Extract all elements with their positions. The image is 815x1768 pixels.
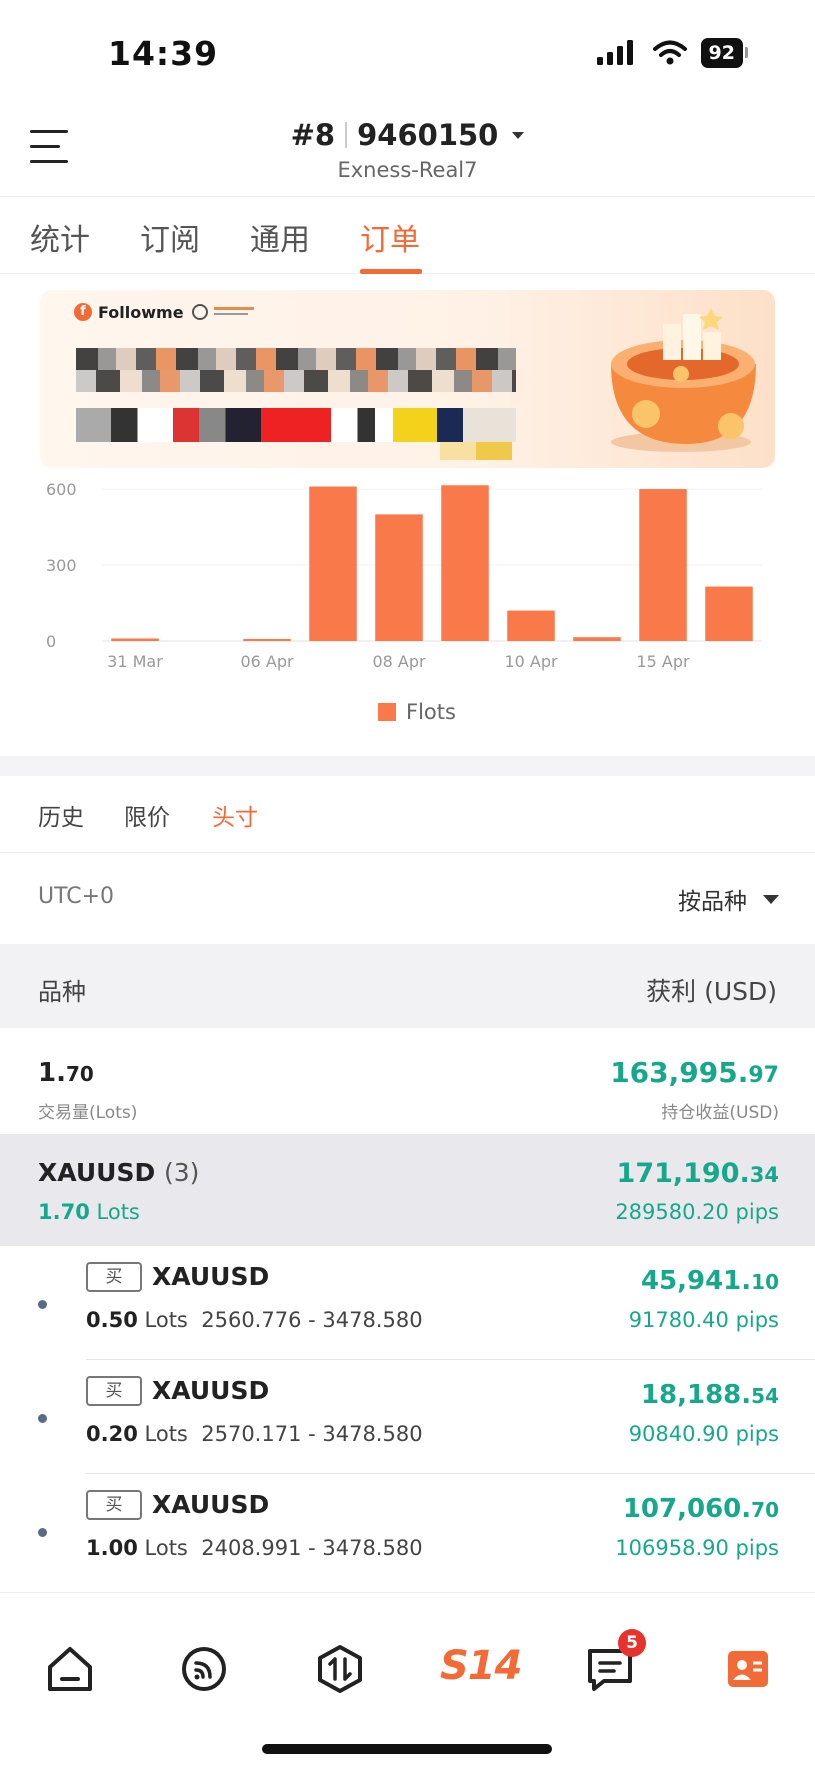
- bar: [243, 638, 291, 641]
- account-selector[interactable]: #8 9460150 Exness-Real7: [0, 118, 815, 182]
- bar: [309, 486, 357, 641]
- legend-swatch: [378, 703, 396, 721]
- timezone-label: UTC+0: [38, 884, 115, 909]
- total-profit-label: 持仓收益(USD): [661, 1103, 779, 1123]
- position-pips: 91780.40 pips: [628, 1308, 779, 1332]
- filter-row: UTC+0 按品种: [0, 854, 815, 944]
- section-divider: [0, 756, 815, 776]
- position-row[interactable]: 买 XAUUSD 0.20 Lots 2570.171 - 3478.580 1…: [0, 1360, 815, 1474]
- position-profit: 45,941.10: [640, 1266, 779, 1296]
- legend-label: Flots: [406, 700, 456, 724]
- app-header: #8 9460150 Exness-Real7: [0, 100, 815, 196]
- chevron-down-icon: [512, 131, 525, 139]
- group-lots: 1.70 Lots: [38, 1200, 140, 1224]
- trophy-illustration: [611, 308, 756, 452]
- position-detail: 0.50 Lots 2560.776 - 3478.580: [86, 1308, 423, 1332]
- position-detail: 0.20 Lots 2570.171 - 3478.580: [86, 1422, 423, 1446]
- y-tick-label: 300: [46, 556, 77, 575]
- promo-banner[interactable]: f Followme: [40, 290, 775, 468]
- bar: [111, 638, 159, 641]
- chevron-down-icon: [763, 894, 779, 904]
- total-profit: 163,995.97: [610, 1056, 779, 1089]
- status-bar: 14:39 92: [0, 0, 815, 100]
- group-symbol: XAUUSD (3): [38, 1158, 200, 1187]
- bullet-icon: [38, 1300, 47, 1309]
- home-indicator: [262, 1744, 552, 1754]
- bar: [705, 586, 753, 641]
- chart-legend: Flots: [378, 700, 456, 724]
- home-icon[interactable]: [40, 1639, 100, 1699]
- followme-logo: f Followme: [74, 302, 260, 322]
- position-row[interactable]: 买 XAUUSD 1.00 Lots 2408.991 - 3478.580 1…: [0, 1474, 815, 1588]
- total-lots-label: 交易量(Lots): [38, 1103, 138, 1123]
- table-header: 品种 获利 (USD): [0, 944, 815, 1028]
- subtab-history[interactable]: 历史: [38, 798, 84, 832]
- account-divider: [345, 122, 348, 148]
- symbol-group-row[interactable]: XAUUSD (3) 1.70 Lots 171,190.34 289580.2…: [0, 1134, 815, 1246]
- wifi-icon: [652, 40, 687, 65]
- bar: [507, 610, 555, 641]
- total-lots: 1.70: [38, 1058, 94, 1088]
- subtab-limit[interactable]: 限价: [124, 798, 170, 832]
- bar: [639, 489, 687, 641]
- subtab-positions[interactable]: 头寸: [212, 798, 258, 832]
- account-number: 9460150: [357, 118, 499, 152]
- notification-badge: 5: [618, 1629, 646, 1657]
- bar: [375, 514, 423, 641]
- y-tick-label: 0: [46, 632, 56, 651]
- bar: [573, 637, 621, 641]
- tab-orders[interactable]: 订单: [360, 215, 420, 259]
- feed-icon[interactable]: [174, 1639, 234, 1699]
- profile-card-icon[interactable]: [718, 1639, 778, 1699]
- trade-icon[interactable]: [310, 1639, 370, 1699]
- buy-badge: 买: [86, 1376, 142, 1406]
- column-profit: 获利 (USD): [646, 977, 777, 1006]
- position-pips: 106958.90 pips: [615, 1536, 779, 1560]
- sort-by-dropdown[interactable]: 按品种: [678, 882, 779, 916]
- status-icons: 92: [596, 38, 749, 68]
- position-symbol: XAUUSD: [152, 1262, 270, 1291]
- battery-indicator: 92: [700, 38, 749, 68]
- position-profit: 107,060.70: [622, 1494, 779, 1524]
- bottom-navigation: S14 5: [0, 1592, 815, 1768]
- column-symbol: 品种: [38, 978, 86, 1006]
- position-row[interactable]: 买 XAUUSD 0.50 Lots 2560.776 - 3478.580 4…: [0, 1246, 815, 1360]
- x-tick-label: 10 Apr: [504, 652, 558, 671]
- chart-canvas: 0 300 600 31 Mar 06 Apr 08 Apr 10 Apr 15 Apr: [46, 480, 762, 671]
- divider: [0, 852, 815, 853]
- x-tick-label: 08 Apr: [372, 652, 426, 671]
- sort-by-label: 按品种: [678, 889, 747, 915]
- bullet-icon: [38, 1528, 47, 1537]
- account-server: Exness-Real7: [337, 158, 478, 182]
- buy-badge: 买: [86, 1262, 142, 1292]
- tab-general[interactable]: 通用: [250, 215, 310, 259]
- position-symbol: XAUUSD: [152, 1490, 270, 1519]
- x-tick-label: 06 Apr: [240, 652, 294, 671]
- positions-summary: 1.70 交易量(Lots) 163,995.97 持仓收益(USD): [0, 1028, 815, 1134]
- group-pips: 289580.20 pips: [615, 1200, 779, 1224]
- cellular-signal-icon: [596, 40, 633, 65]
- position-symbol: XAUUSD: [152, 1376, 270, 1405]
- group-profit: 171,190.34: [616, 1158, 779, 1189]
- x-tick-label: 15 Apr: [636, 652, 690, 671]
- y-tick-label: 600: [46, 480, 77, 499]
- account-prefix: #8: [290, 118, 336, 152]
- main-tabs: 统计 订阅 通用 订单: [0, 196, 815, 274]
- bar: [441, 485, 489, 641]
- buy-badge: 买: [86, 1490, 142, 1520]
- tab-subscriptions[interactable]: 订阅: [140, 215, 200, 259]
- status-time: 14:39: [108, 34, 219, 73]
- position-detail: 1.00 Lots 2408.991 - 3478.580: [86, 1536, 423, 1560]
- position-pips: 90840.90 pips: [628, 1422, 779, 1446]
- x-tick-label: 31 Mar: [107, 652, 163, 671]
- bullet-icon: [38, 1414, 47, 1423]
- tab-statistics[interactable]: 统计: [30, 215, 90, 259]
- s14-competition-tab[interactable]: S14: [440, 1643, 522, 1689]
- position-profit: 18,188.54: [640, 1380, 779, 1410]
- order-subtabs: 历史 限价 头寸: [0, 776, 815, 852]
- active-tab-indicator: [360, 269, 422, 274]
